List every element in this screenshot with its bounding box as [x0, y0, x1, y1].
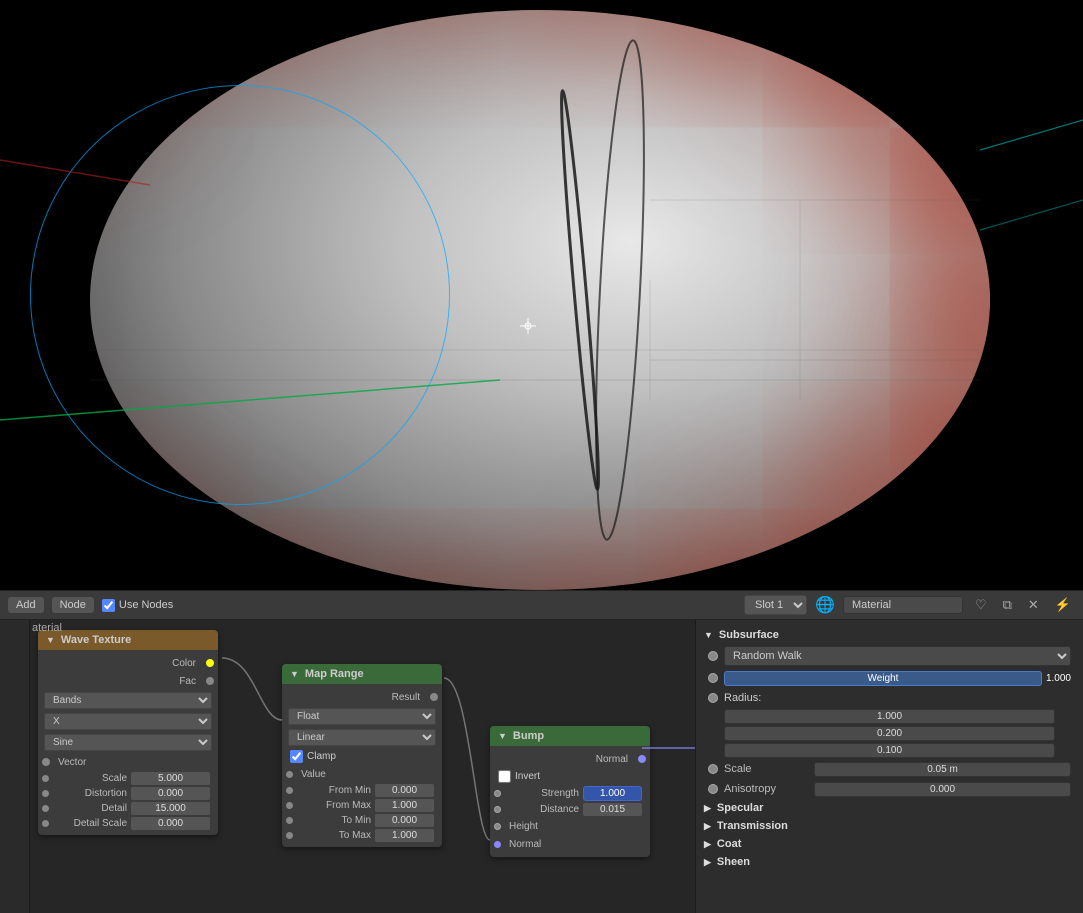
bump-invert-checkbox[interactable]: [498, 770, 511, 783]
weight-value-bar[interactable]: Weight: [724, 671, 1042, 686]
copy-icon-button[interactable]: ⧉: [999, 595, 1016, 615]
bump-node[interactable]: ▼ Bump Normal Invert Strength 1.000: [490, 726, 650, 857]
use-nodes-checkbox[interactable]: [102, 599, 115, 612]
maprange-to-min-row: To Min 0.000: [282, 813, 442, 828]
viewport: [0, 0, 1083, 590]
material-input[interactable]: [843, 596, 963, 614]
bump-distance-socket[interactable]: [494, 806, 501, 813]
maprange-type-dropdown[interactable]: Float: [288, 708, 436, 725]
maprange-result-row: Result: [282, 688, 442, 706]
wave-output-color-row: Color: [38, 654, 218, 672]
maprange-to-min-socket[interactable]: [286, 817, 293, 824]
anisotropy-socket: [708, 784, 718, 794]
wave-texture-node-body: Color Fac Bands X Sine: [38, 650, 218, 835]
map-range-node[interactable]: ▼ Map Range Result Float Linear: [282, 664, 442, 847]
maprange-to-max-row: To Max 1.000: [282, 828, 442, 843]
bump-invert-label[interactable]: Invert: [490, 768, 650, 785]
bump-normal-out-socket[interactable]: [638, 755, 646, 763]
bump-normal-out-row: Normal: [490, 750, 650, 768]
weight-row: Weight 1.000: [696, 668, 1083, 688]
bump-height-row: Height: [490, 817, 650, 835]
radius-b-bar[interactable]: 0.100: [724, 743, 1055, 758]
maprange-from-max-row: From Max 1.000: [282, 798, 442, 813]
random-walk-dropdown[interactable]: Random Walk: [724, 646, 1071, 666]
maprange-from-max-socket[interactable]: [286, 802, 293, 809]
map-range-node-header: ▼ Map Range: [282, 664, 442, 684]
scale-row: Scale 0.05 m: [696, 759, 1083, 779]
node-canvas: ▼ Wave Texture Color Fac Bands X: [0, 620, 700, 913]
radius-label-row: Radius:: [696, 688, 1083, 708]
bump-normal-in-socket[interactable]: [494, 841, 501, 848]
wave-profile-dropdown[interactable]: Sine: [44, 734, 212, 751]
use-nodes-checkbox-label[interactable]: Use Nodes: [102, 599, 173, 612]
maprange-from-min-row: From Min 0.000: [282, 783, 442, 798]
node-button[interactable]: Node: [52, 597, 94, 613]
wave-detail-scale-row: Detail Scale 0.000: [38, 816, 218, 831]
properties-panel: ▼ Subsurface Random Walk Weight 1.000 Ra…: [695, 620, 1083, 913]
globe-icon: 🌐: [815, 595, 835, 615]
coat-section[interactable]: ▶ Coat: [696, 835, 1083, 853]
wave-texture-node[interactable]: ▼ Wave Texture Color Fac Bands X: [38, 630, 218, 835]
node-editor-sidebar: [0, 620, 30, 913]
scale-socket: [708, 764, 718, 774]
axis-lines: [0, 0, 1083, 590]
close-icon-button[interactable]: ✕: [1024, 595, 1043, 615]
sheen-section[interactable]: ▶ Sheen: [696, 853, 1083, 871]
maprange-value-socket[interactable]: [286, 771, 293, 778]
radius-b-row: 0.100: [696, 742, 1083, 759]
wave-type-dropdown[interactable]: Bands: [44, 692, 212, 709]
wave-axis-dropdown[interactable]: X: [44, 713, 212, 730]
map-range-node-body: Result Float Linear Clamp: [282, 684, 442, 847]
wave-scale-socket[interactable]: [42, 775, 49, 782]
radius-g-bar[interactable]: 0.200: [724, 726, 1055, 741]
wave-detail-scale-socket[interactable]: [42, 820, 49, 827]
heart-icon-button[interactable]: ♡: [971, 595, 991, 615]
wave-detail-socket[interactable]: [42, 805, 49, 812]
weight-socket: [708, 673, 718, 683]
radius-g-row: 0.200: [696, 725, 1083, 742]
maprange-result-socket[interactable]: [430, 693, 438, 701]
wave-fac-socket[interactable]: [206, 677, 214, 685]
subsurface-section[interactable]: ▼ Subsurface: [696, 626, 1083, 644]
node-editor-title: aterial: [32, 622, 62, 634]
bump-node-body: Normal Invert Strength 1.000 Distance 0.…: [490, 746, 650, 857]
wave-distortion-row: Distortion 0.000: [38, 786, 218, 801]
maprange-interp-dropdown[interactable]: Linear: [288, 729, 436, 746]
wave-distortion-socket[interactable]: [42, 790, 49, 797]
subsurface-socket: [708, 651, 718, 661]
pin-icon-button[interactable]: ⚡: [1051, 595, 1075, 615]
bump-height-socket[interactable]: [494, 823, 501, 830]
radius-r-bar[interactable]: 1.000: [724, 709, 1055, 724]
add-button[interactable]: Add: [8, 597, 44, 613]
scale-value-bar[interactable]: 0.05 m: [814, 762, 1071, 777]
anisotropy-value-bar[interactable]: 0.000: [814, 782, 1071, 797]
slot-select[interactable]: Slot 1: [744, 595, 807, 615]
random-walk-row: Random Walk: [696, 644, 1083, 668]
maprange-to-max-socket[interactable]: [286, 832, 293, 839]
bump-normal-in-row: Normal: [490, 835, 650, 853]
bump-distance-row: Distance 0.015: [490, 802, 650, 817]
bump-strength-row: Strength 1.000: [490, 785, 650, 802]
node-editor-header: Add Node Use Nodes Slot 1 🌐 ♡ ⧉ ✕ ⚡: [0, 590, 1083, 620]
bump-strength-socket[interactable]: [494, 790, 501, 797]
wave-vector-socket[interactable]: [42, 758, 50, 766]
wave-scale-row: Scale 5.000: [38, 771, 218, 786]
maprange-clamp-checkbox[interactable]: [290, 750, 303, 763]
maprange-clamp-label[interactable]: Clamp: [282, 748, 442, 765]
bump-node-header: ▼ Bump: [490, 726, 650, 746]
wave-output-fac-row: Fac: [38, 672, 218, 690]
radius-socket: [708, 693, 718, 703]
maprange-value-row: Value: [282, 765, 442, 783]
maprange-from-min-socket[interactable]: [286, 787, 293, 794]
anisotropy-row: Anisotropy 0.000: [696, 779, 1083, 799]
wave-color-socket[interactable]: [206, 659, 214, 667]
wave-vector-row: Vector: [38, 753, 218, 771]
crosshair-cursor: [520, 318, 536, 334]
wave-texture-node-header: ▼ Wave Texture: [38, 630, 218, 650]
transmission-section[interactable]: ▶ Transmission: [696, 817, 1083, 835]
specular-section[interactable]: ▶ Specular: [696, 799, 1083, 817]
radius-r-row: 1.000: [696, 708, 1083, 725]
wave-detail-row: Detail 15.000: [38, 801, 218, 816]
